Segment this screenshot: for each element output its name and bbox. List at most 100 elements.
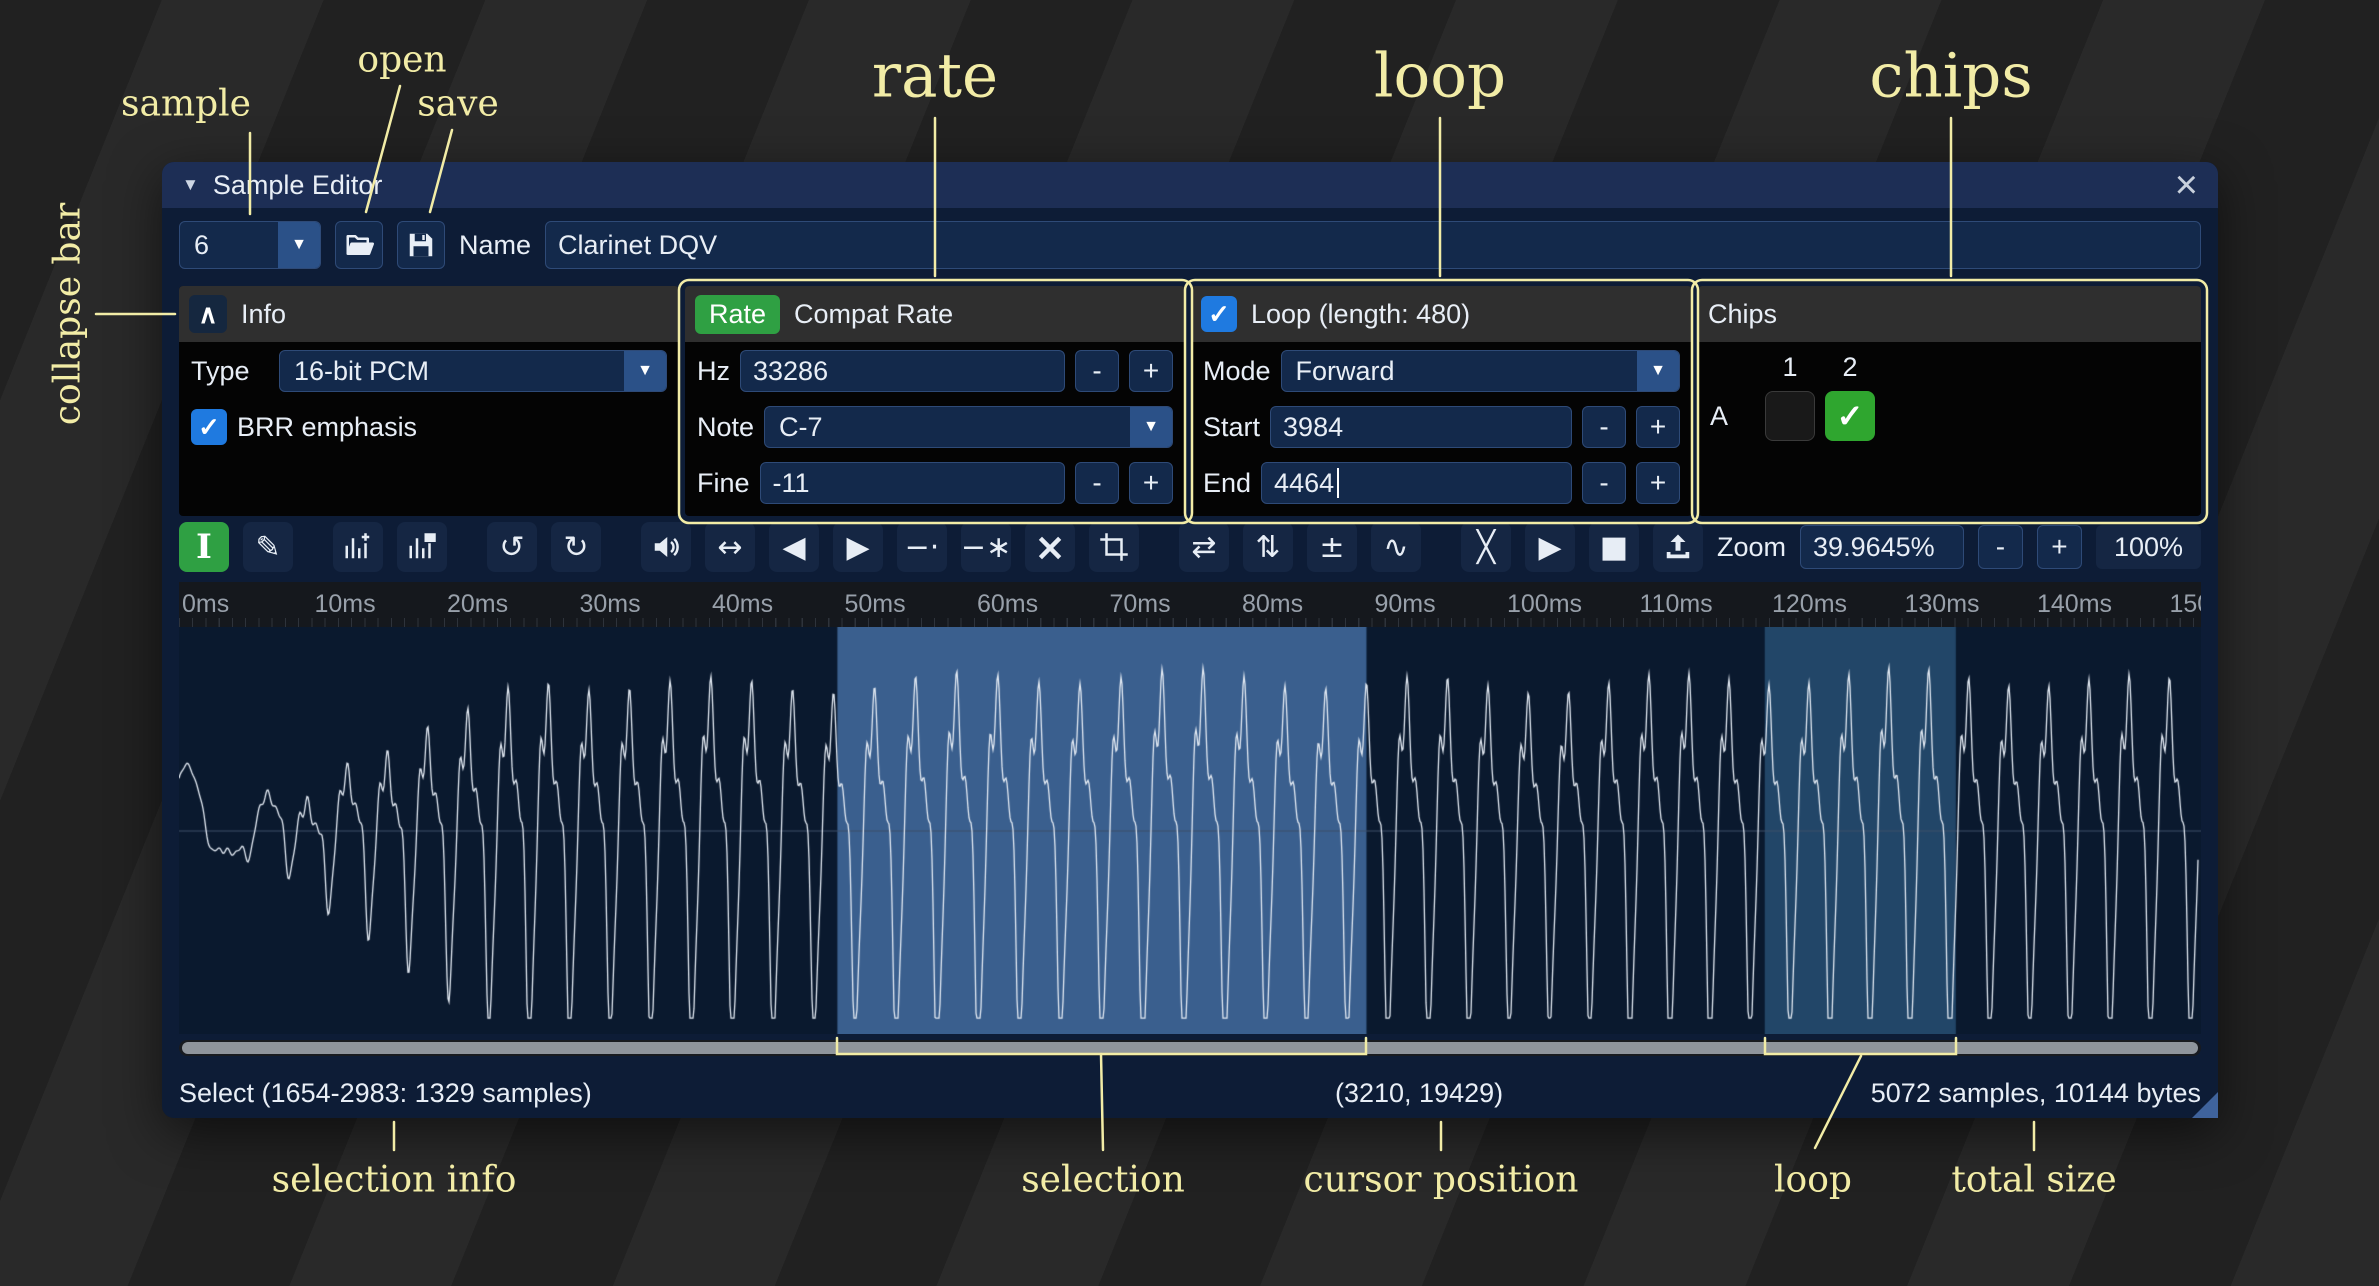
- waveform-scrollbar[interactable]: [179, 1040, 2201, 1056]
- loop-panel: ✓ Loop (length: 480) Mode Forward ▼ Star…: [1191, 286, 1692, 516]
- mode-select[interactable]: Forward ▼: [1281, 350, 1680, 392]
- delete-button[interactable]: ×: [1025, 522, 1075, 572]
- ruler-label: 40ms: [712, 590, 773, 619]
- chip-2-checkbox[interactable]: ✓: [1825, 391, 1875, 441]
- loop-start-input[interactable]: 3984: [1270, 406, 1572, 448]
- normalize-button[interactable]: ↔: [705, 522, 755, 572]
- insert-silence-button[interactable]: −·: [897, 522, 947, 572]
- mode-value: Forward: [1282, 351, 1637, 391]
- upload-icon: [1663, 532, 1693, 562]
- cursor-position-text: (3210, 19429): [1335, 1078, 1503, 1109]
- fine-decrement-button[interactable]: -: [1075, 462, 1119, 504]
- ruler-label: 140ms: [2037, 590, 2112, 619]
- ruler-label: 10ms: [315, 590, 376, 619]
- annotation-save: save: [417, 84, 499, 125]
- loop-checkbox[interactable]: ✓: [1201, 296, 1237, 332]
- note-value: C-7: [765, 407, 1130, 447]
- name-input[interactable]: Clarinet DQV: [545, 221, 2201, 269]
- fade-in-button[interactable]: ◀: [769, 522, 819, 572]
- hz-increment-button[interactable]: +: [1129, 350, 1173, 392]
- apply-silence-button[interactable]: −∗: [961, 522, 1011, 572]
- loop-start-label: Start: [1203, 412, 1260, 443]
- loop-end-label: End: [1203, 468, 1251, 499]
- fade-out-button[interactable]: ▶: [833, 522, 883, 572]
- dropdown-arrow-icon[interactable]: ▼: [278, 222, 320, 268]
- annotation-sample: sample: [121, 84, 251, 125]
- window-titlebar: ▼ Sample Editor ×: [162, 162, 2218, 208]
- invert-button[interactable]: ⇅: [1243, 522, 1293, 572]
- stop-preview-button[interactable]: ■: [1589, 522, 1639, 572]
- resize-button[interactable]: [333, 522, 383, 572]
- toolbar-buttons: I ✎ ↺ ↻ ↔ ◀ ▶ −· −∗ × ⇄ ⇅ ± ∿ ╳ ▶ ■: [179, 522, 1703, 572]
- loop-start-decrement-button[interactable]: -: [1582, 406, 1626, 448]
- collapse-info-button[interactable]: ∧: [189, 295, 227, 333]
- rate-badge[interactable]: Rate: [695, 295, 780, 334]
- chip-column-2-label: 2: [1825, 352, 1875, 383]
- total-size-text: 5072 samples, 10144 bytes: [1871, 1078, 2201, 1109]
- mode-label: Mode: [1203, 356, 1271, 387]
- ruler-label: 60ms: [977, 590, 1038, 619]
- annotation-collapse-bar: collapse bar: [48, 203, 89, 425]
- header-row: 6 ▼ Name Clarinet DQV: [162, 208, 2218, 282]
- trim-button[interactable]: [1089, 522, 1139, 572]
- dropdown-arrow-icon[interactable]: ▼: [1130, 407, 1172, 447]
- ruler-label: 20ms: [447, 590, 508, 619]
- waveform-canvas[interactable]: [179, 627, 2201, 1034]
- name-label: Name: [459, 230, 531, 261]
- scrollbar-thumb[interactable]: [182, 1042, 2198, 1054]
- hz-decrement-button[interactable]: -: [1075, 350, 1119, 392]
- zoom-reset-button[interactable]: 100%: [2096, 525, 2201, 569]
- annotation-loop: loop: [1374, 41, 1506, 112]
- ruler-label: 0ms: [182, 590, 229, 619]
- ruler-label: 150: [2170, 590, 2202, 619]
- import-button[interactable]: [1653, 522, 1703, 572]
- dropdown-arrow-icon[interactable]: ▼: [624, 351, 666, 391]
- resize-grip[interactable]: [2192, 1092, 2218, 1118]
- undo-button[interactable]: ↺: [487, 522, 537, 572]
- brr-emphasis-checkbox[interactable]: ✓: [191, 409, 227, 445]
- redo-button[interactable]: ↻: [551, 522, 601, 572]
- open-button[interactable]: [335, 221, 383, 269]
- crossfade-button[interactable]: ╳: [1461, 522, 1511, 572]
- ruler-label: 120ms: [1772, 590, 1847, 619]
- fine-increment-button[interactable]: +: [1129, 462, 1173, 504]
- wave-resize-icon: [343, 532, 373, 562]
- filter-button[interactable]: ∿: [1371, 522, 1421, 572]
- reverse-button[interactable]: ⇄: [1179, 522, 1229, 572]
- zoom-in-button[interactable]: +: [2037, 525, 2082, 569]
- loop-end-input[interactable]: 4464: [1261, 462, 1572, 504]
- sign-invert-button[interactable]: ±: [1307, 522, 1357, 572]
- draw-tool-button[interactable]: ✎: [243, 522, 293, 572]
- rate-panel: Rate Compat Rate Hz 33286 - + Note C-7: [685, 286, 1185, 516]
- chip-row-a-label: A: [1710, 401, 1765, 432]
- resample-button[interactable]: [397, 522, 447, 572]
- ruler-label: 80ms: [1242, 590, 1303, 619]
- hz-input[interactable]: 33286: [740, 350, 1065, 392]
- ruler-label: 70ms: [1110, 590, 1171, 619]
- sample-selector[interactable]: 6 ▼: [179, 221, 321, 269]
- annotation-loop-bottom: loop: [1774, 1160, 1852, 1201]
- note-select[interactable]: C-7 ▼: [764, 406, 1173, 448]
- loop-start-increment-button[interactable]: +: [1636, 406, 1680, 448]
- annotation-rate: rate: [872, 41, 998, 112]
- select-tool-button[interactable]: I: [179, 522, 229, 572]
- loop-end-increment-button[interactable]: +: [1636, 462, 1680, 504]
- loop-end-decrement-button[interactable]: -: [1582, 462, 1626, 504]
- type-select[interactable]: 16-bit PCM ▼: [279, 350, 667, 392]
- amplify-button[interactable]: [641, 522, 691, 572]
- chips-panel: Chips 1 2 A ✓: [1698, 286, 2201, 516]
- fine-input[interactable]: -11: [760, 462, 1065, 504]
- selection-info-text: Select (1654-2983: 1329 samples): [179, 1078, 592, 1109]
- preview-button[interactable]: ▶: [1525, 522, 1575, 572]
- zoom-input[interactable]: 39.9645%: [1800, 525, 1964, 569]
- compat-rate-label: Compat Rate: [794, 299, 953, 330]
- close-button[interactable]: ×: [2175, 165, 2198, 205]
- wave-resample-icon: [407, 532, 437, 562]
- zoom-out-button[interactable]: -: [1978, 525, 2023, 569]
- save-button[interactable]: [397, 221, 445, 269]
- sample-editor-window: ▼ Sample Editor × 6 ▼ Name Clarinet DQV …: [162, 162, 2218, 1118]
- chip-1-checkbox[interactable]: [1765, 391, 1815, 441]
- window-title: Sample Editor: [213, 170, 383, 201]
- window-collapse-icon[interactable]: ▼: [182, 175, 199, 195]
- dropdown-arrow-icon[interactable]: ▼: [1637, 351, 1679, 391]
